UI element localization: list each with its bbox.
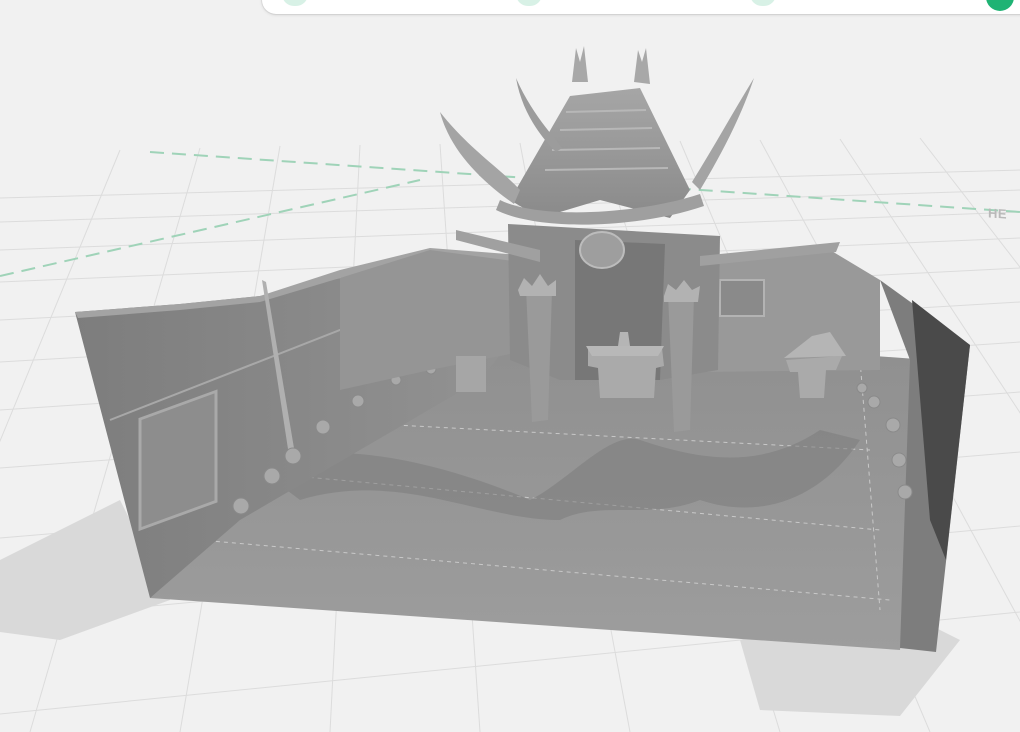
step-indicator-2[interactable] <box>516 0 542 6</box>
axis-label: HE <box>988 205 1008 222</box>
step-indicator-current[interactable] <box>986 0 1014 11</box>
model-roof-horn-left-inner <box>516 78 562 152</box>
model-gate-disc <box>579 231 625 269</box>
model-roof-finial-right <box>634 48 650 84</box>
model-window <box>719 279 765 317</box>
progress-toolbar <box>262 0 1020 14</box>
model-kiosk-left <box>456 356 486 392</box>
step-indicator-3[interactable] <box>750 0 776 6</box>
3d-viewport[interactable]: HE <box>0 0 1020 732</box>
model-roof-finial-left <box>572 46 588 82</box>
step-indicator-1[interactable] <box>282 0 308 6</box>
model-roof-horn-left <box>440 112 520 204</box>
model-altar-statue <box>618 332 630 346</box>
scene-canvas[interactable] <box>0 0 1020 732</box>
model-altar-top <box>586 346 664 356</box>
model-roof-horn-right <box>692 78 754 190</box>
model-roof <box>510 88 690 218</box>
